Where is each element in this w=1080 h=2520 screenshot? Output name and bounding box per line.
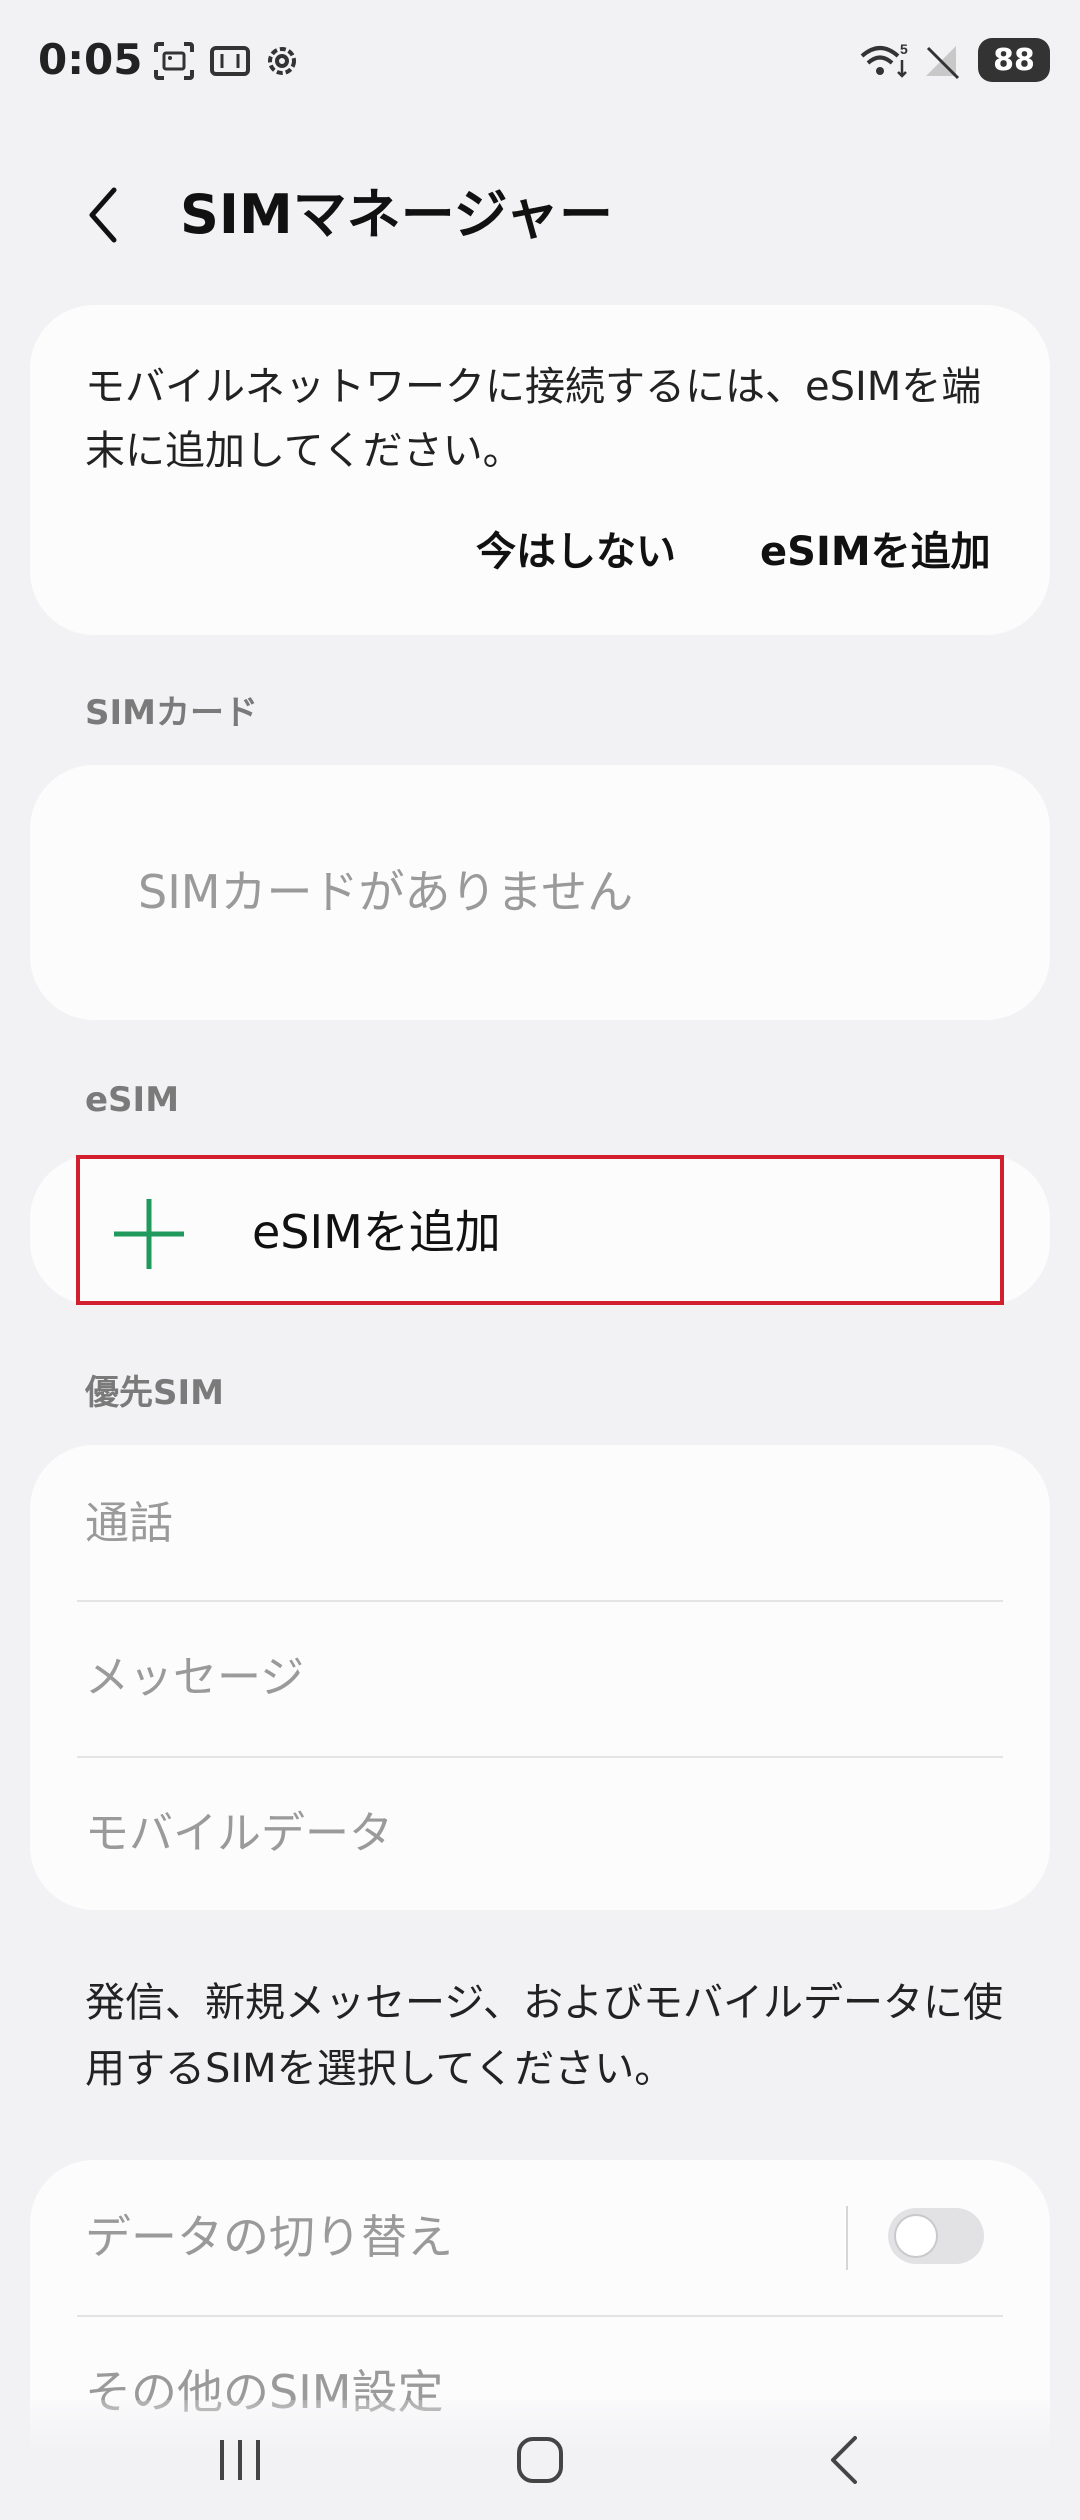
divider (77, 2315, 1003, 2317)
preferred-sim-note: 発信、新規メッセージ、およびモバイルデータに使用するSIMを選択してください。 (85, 1980, 1003, 2092)
data-switch-toggle[interactable] (888, 2208, 984, 2264)
add-esim-prompt-button[interactable]: eSIMを追加 (760, 522, 991, 582)
sim-card-section-header: SIMカード (85, 693, 258, 733)
display-icon (210, 46, 250, 76)
no-sim-card-text: SIMカードがありません (138, 865, 634, 919)
svg-text:5: 5 (900, 41, 908, 57)
wifi-5g-icon: 5 (860, 41, 908, 78)
preferred-sim-section-header: 優先SIM (85, 1373, 224, 1413)
esim-section-header: eSIM (85, 1080, 180, 1120)
toggle-knob (894, 2214, 938, 2258)
data-switch-label[interactable]: データの切り替え (85, 2205, 453, 2269)
back-nav-icon[interactable] (805, 2420, 885, 2500)
pref-sim-messages[interactable]: メッセージ (85, 1646, 304, 1710)
home-icon[interactable] (500, 2420, 580, 2500)
not-now-button[interactable]: 今はしない (476, 522, 676, 582)
screenshot-icon (154, 42, 194, 80)
add-esim-row[interactable] (76, 1155, 1004, 1305)
divider (77, 1756, 1003, 1758)
toggle-separator (846, 2206, 848, 2270)
pref-sim-mobile-data[interactable]: モバイルデータ (85, 1802, 393, 1866)
back-arrow-icon[interactable] (80, 180, 130, 250)
page-title: SIMマネージャー (180, 183, 613, 246)
pref-sim-calls[interactable]: 通話 (85, 1492, 173, 1556)
plus-icon (114, 1199, 184, 1269)
divider (77, 1600, 1003, 1602)
no-signal-icon (926, 46, 960, 80)
settings-gear-icon (268, 47, 296, 75)
battery-icon: 88 (978, 38, 1050, 82)
status-time: 0:05 (38, 35, 143, 84)
recent-apps-icon[interactable] (200, 2420, 280, 2500)
add-esim-label: eSIMを追加 (252, 1205, 501, 1259)
esim-prompt-message: モバイルネットワークに接続するには、eSIMを端末に追加してください。 (85, 364, 982, 474)
